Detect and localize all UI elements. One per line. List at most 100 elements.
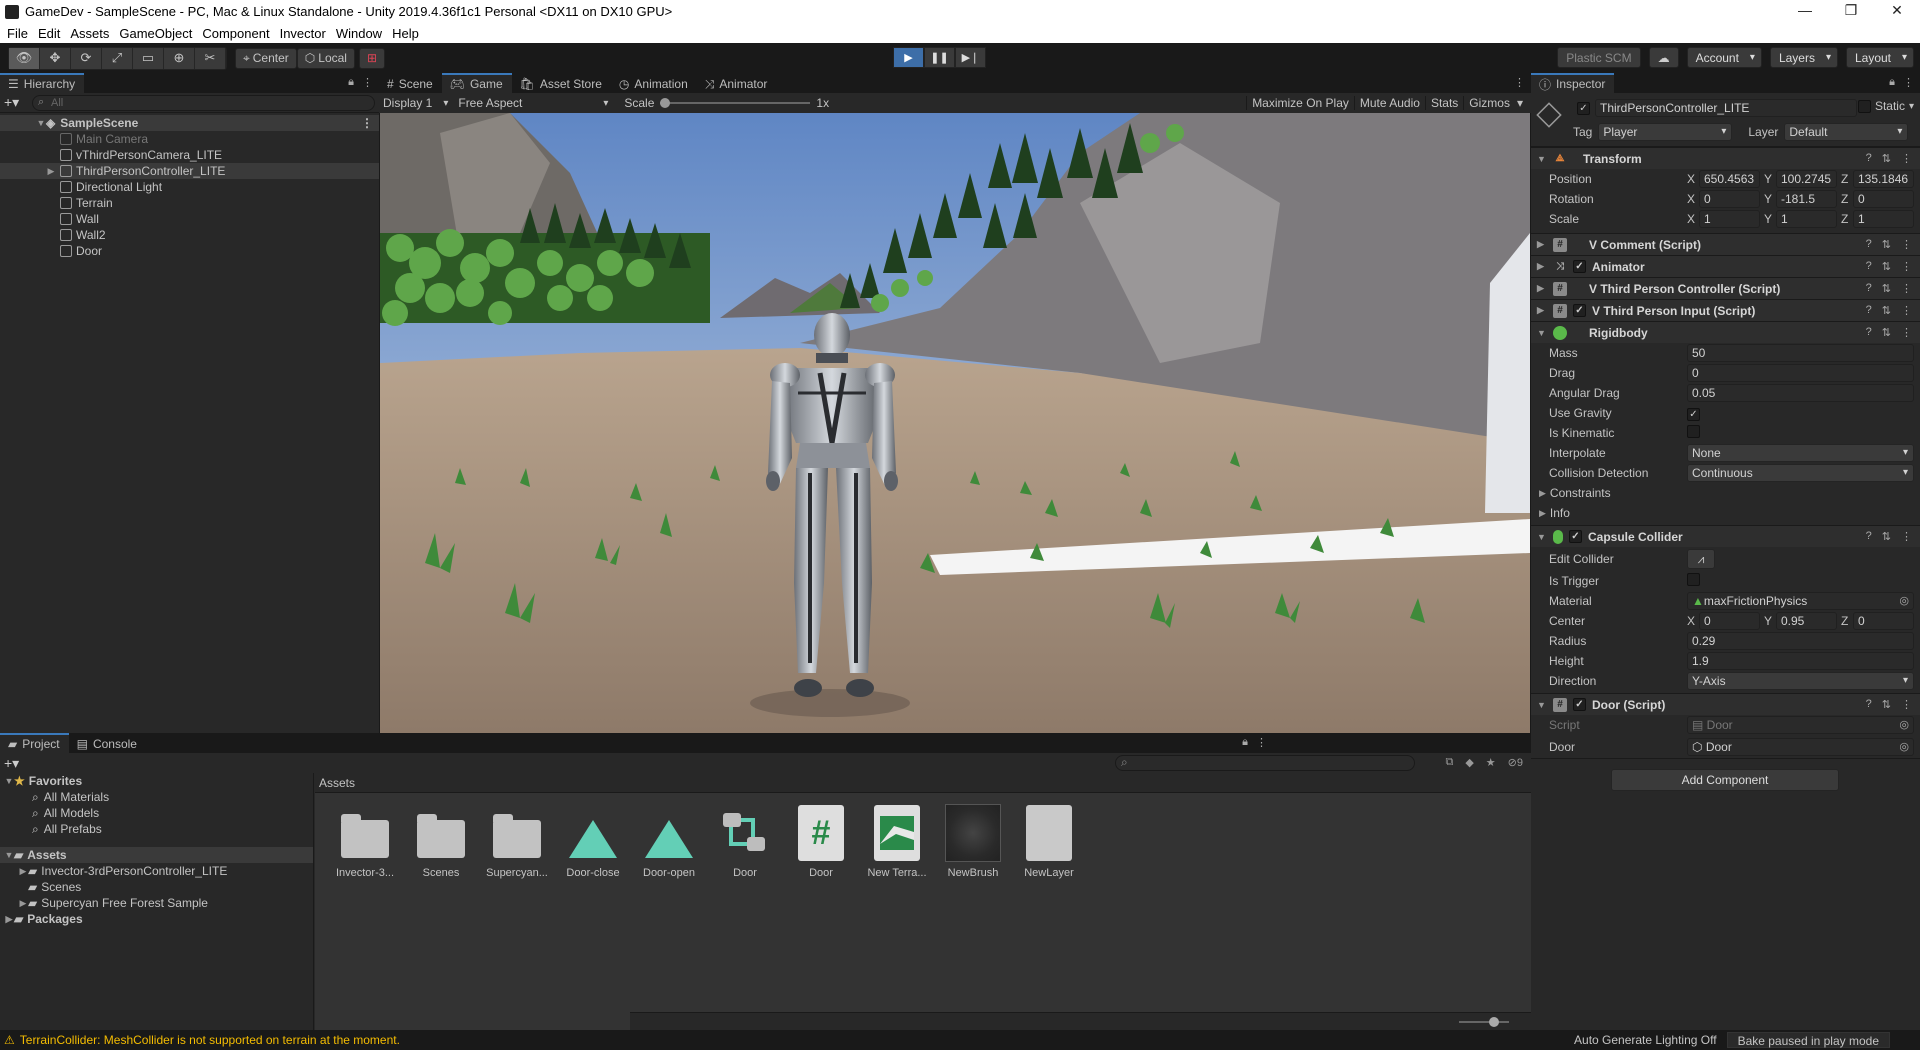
fold-arrow-icon[interactable]: ▼ — [1537, 532, 1549, 542]
presets-icon[interactable]: ⇅ — [1882, 304, 1891, 317]
layer-dropdown[interactable]: Default — [1784, 123, 1909, 141]
component-menu-icon[interactable]: ⋮ — [1901, 326, 1912, 339]
menu-component[interactable]: Component — [202, 26, 269, 41]
fold-arrow-icon[interactable]: ▶ — [1537, 305, 1549, 316]
center-z-field[interactable]: 0 — [1853, 612, 1914, 630]
breadcrumb[interactable]: Assets — [315, 773, 1531, 793]
layers-dropdown[interactable]: Layers — [1769, 47, 1838, 68]
maximize-button[interactable]: ❐ — [1828, 0, 1874, 23]
hierarchy-item-wall[interactable]: Wall — [0, 211, 379, 227]
lock-icon[interactable]: 🔒︎ — [348, 76, 354, 89]
create-asset-button[interactable]: +▾ — [4, 755, 32, 772]
position-z-field[interactable]: 135.1846 — [1853, 170, 1914, 188]
asset-folder-scenes[interactable]: Scenes — [403, 803, 479, 879]
scale-tool-icon[interactable]: ⤢ — [102, 47, 133, 69]
capsule-enabled-checkbox[interactable]: ✓ — [1569, 530, 1582, 543]
component-menu-icon[interactable]: ⋮ — [1901, 238, 1912, 251]
asset-folder-invector[interactable]: Invector-3... — [327, 803, 403, 879]
gizmos-toggle[interactable]: Gizmos — [1463, 96, 1515, 110]
help-icon[interactable]: ? — [1866, 326, 1872, 339]
static-dropdown-icon[interactable]: ▾ — [1909, 101, 1914, 112]
transform-component-header[interactable]: ▼ ⟁ Transform ? ⇅ ⋮ — [1531, 147, 1920, 169]
fold-arrow-icon[interactable]: ▼ — [1537, 328, 1549, 338]
grid-snap-button[interactable]: ⊞ — [358, 47, 386, 69]
favorite-all-prefabs[interactable]: ⌕ All Prefabs — [0, 821, 313, 837]
tab-console[interactable]: ▤ Console — [68, 733, 146, 753]
presets-icon[interactable]: ⇅ — [1882, 238, 1891, 251]
center-x-field[interactable]: 0 — [1699, 612, 1760, 630]
console-warning[interactable]: ⚠ TerrainCollider: MeshCollider is not su… — [0, 1033, 400, 1047]
maximize-on-play-toggle[interactable]: Maximize On Play — [1246, 96, 1354, 110]
expand-arrow-icon[interactable]: ▶ — [18, 866, 28, 877]
asset-folder-supercyan[interactable]: Supercyan... — [479, 803, 555, 879]
move-tool-icon[interactable]: ✥ — [40, 47, 71, 69]
assets-root-row[interactable]: ▼ ▰ Assets — [0, 847, 313, 863]
animator-enabled-checkbox[interactable]: ✓ — [1573, 260, 1586, 273]
height-field[interactable]: 1.9 — [1687, 652, 1914, 670]
info-foldout[interactable]: ▶ Info — [1531, 503, 1920, 523]
scale-track[interactable] — [660, 98, 811, 108]
rect-tool-icon[interactable]: ▭ — [133, 47, 164, 69]
folder-supercyan[interactable]: ▶ ▰ Supercyan Free Forest Sample — [0, 895, 313, 911]
fold-arrow-icon[interactable]: ▼ — [1537, 154, 1549, 164]
edit-collider-icon[interactable]: ⩘ — [1687, 549, 1715, 569]
component-menu-icon[interactable]: ⋮ — [1901, 260, 1912, 273]
expand-arrow-icon[interactable]: ▶ — [18, 898, 28, 909]
radius-field[interactable]: 0.29 — [1687, 632, 1914, 650]
component-menu-icon[interactable]: ⋮ — [1901, 282, 1912, 295]
plastic-scm-button[interactable]: Plastic SCM — [1557, 47, 1641, 68]
fold-arrow-icon[interactable]: ▶ — [1537, 261, 1549, 272]
asset-door-close-anim[interactable]: Door-close — [555, 803, 631, 879]
hierarchy-item-camera-lite[interactable]: vThirdPersonCamera_LITE — [0, 147, 379, 163]
transform-tool-icon[interactable]: ⊕ — [164, 47, 195, 69]
v-third-person-controller-header[interactable]: ▶ # V Third Person Controller (Script) ?… — [1531, 277, 1920, 299]
component-menu-icon[interactable]: ⋮ — [1901, 698, 1912, 711]
position-x-field[interactable]: 650.4563 — [1699, 170, 1760, 188]
capsule-collider-component-header[interactable]: ▼ ✓ Capsule Collider ? ⇅ ⋮ — [1531, 525, 1920, 547]
presets-icon[interactable]: ⇅ — [1882, 698, 1891, 711]
gizmos-dropdown-icon[interactable]: ▾ — [1515, 96, 1525, 110]
asset-door-controller[interactable]: Door — [707, 803, 783, 879]
direction-dropdown[interactable]: Y-Axis — [1687, 672, 1914, 690]
help-icon[interactable]: ? — [1866, 238, 1872, 251]
layout-dropdown[interactable]: Layout — [1845, 47, 1914, 68]
center-y-field[interactable]: 0.95 — [1776, 612, 1837, 630]
help-icon[interactable]: ? — [1866, 260, 1872, 273]
custom-tool-icon[interactable]: ✂ — [195, 47, 226, 69]
v-third-person-input-header[interactable]: ▶ # ✓ V Third Person Input (Script) ? ⇅ ⋮ — [1531, 299, 1920, 321]
rigidbody-component-header[interactable]: ▼ Rigidbody ? ⇅ ⋮ — [1531, 321, 1920, 343]
drag-field[interactable]: 0 — [1687, 364, 1914, 382]
icon-size-slider[interactable] — [1459, 1017, 1509, 1027]
constraints-foldout[interactable]: ▶ Constraints — [1531, 483, 1920, 503]
door-script-component-header[interactable]: ▼ # ✓ Door (Script) ? ⇅ ⋮ — [1531, 693, 1920, 715]
presets-icon[interactable]: ⇅ — [1882, 260, 1891, 273]
use-gravity-checkbox[interactable]: ✓ — [1687, 407, 1700, 421]
hidden-packages-icon[interactable]: ⊘9 — [1508, 756, 1523, 769]
asset-door-open-anim[interactable]: Door-open — [631, 803, 707, 879]
mute-audio-toggle[interactable]: Mute Audio — [1353, 96, 1425, 110]
is-kinematic-checkbox[interactable] — [1687, 425, 1700, 438]
favorite-star-icon[interactable]: ★ — [1486, 756, 1496, 769]
presets-icon[interactable]: ⇅ — [1882, 326, 1891, 339]
position-y-field[interactable]: 100.2745 — [1776, 170, 1837, 188]
hierarchy-search-input[interactable]: All — [32, 94, 375, 111]
aspect-dropdown[interactable]: Free Aspect — [454, 93, 614, 113]
material-field[interactable]: ▲maxFrictionPhysics — [1687, 592, 1914, 610]
menu-window[interactable]: Window — [336, 26, 382, 41]
favorite-all-materials[interactable]: ⌕ All Materials — [0, 789, 313, 805]
help-icon[interactable]: ? — [1866, 152, 1872, 165]
tab-inspector[interactable]: ⓘ Inspector — [1531, 73, 1615, 93]
help-icon[interactable]: ? — [1866, 282, 1872, 295]
fold-arrow-icon[interactable]: ▼ — [1537, 700, 1549, 710]
door-ref-field[interactable]: ⬡ Door — [1687, 737, 1914, 756]
menu-gameobject[interactable]: GameObject — [119, 26, 192, 41]
menu-file[interactable]: File — [7, 26, 28, 41]
hierarchy-item-door[interactable]: Door — [0, 243, 379, 259]
filter-type-icon[interactable]: ⧉ — [1445, 756, 1453, 769]
menu-help[interactable]: Help — [392, 26, 419, 41]
rotate-tool-icon[interactable]: ⟳ — [71, 47, 102, 69]
asset-new-terrain[interactable]: New Terra... — [859, 803, 935, 879]
close-button[interactable]: ✕ — [1874, 0, 1920, 23]
asset-door-script[interactable]: # Door — [783, 803, 859, 879]
create-button[interactable]: +▾ — [4, 94, 32, 111]
